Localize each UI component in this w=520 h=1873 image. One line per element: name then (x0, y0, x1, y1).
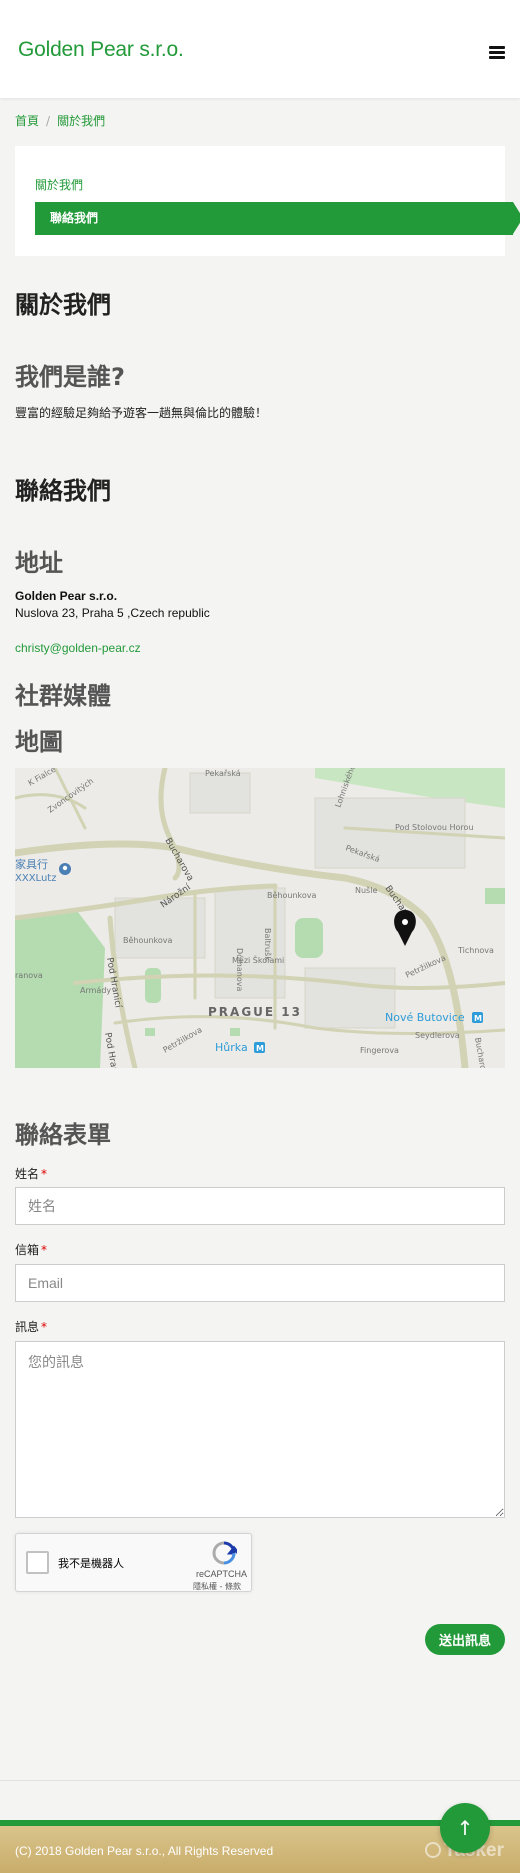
svg-text:Dómanova: Dómanova (235, 948, 245, 991)
message-label: 訊息 * (15, 1320, 48, 1334)
email-input[interactable] (15, 1264, 505, 1302)
district-label: PRAGUE 13 (208, 1005, 302, 1019)
email-label: 信箱 * (15, 1243, 48, 1257)
breadcrumb-separator: / (46, 114, 51, 128)
map-embed[interactable]: K Fialce Zvoncovitých Pekařská Pekařská … (15, 768, 505, 1068)
svg-text:Běhounkova: Běhounkova (267, 891, 316, 900)
recaptcha-icon (212, 1541, 237, 1565)
park-area (485, 888, 505, 904)
poi-store-label: 家具行 (15, 857, 48, 871)
poi-store-sublabel: XXXLutz (15, 873, 56, 884)
breadcrumb-current[interactable]: 關於我們 (57, 114, 105, 128)
site-header: Golden Pear s.r.o. (0, 0, 520, 98)
who-text: 豐富的經驗足夠給予遊客一趟無與倫比的體驗！ (15, 406, 268, 420)
required-mark: * (41, 1243, 48, 1257)
subnav-about-link[interactable]: 關於我們 (35, 176, 83, 193)
metro-label-1: Nové Butovice (385, 1011, 465, 1024)
park-area (145, 1028, 155, 1036)
required-mark: * (41, 1167, 48, 1181)
section-subnav: 關於我們 聯絡我們 (15, 146, 520, 256)
svg-text:Seydlerova: Seydlerova (415, 1031, 460, 1040)
required-mark: * (41, 1320, 48, 1334)
svg-text:Fingerova: Fingerova (360, 1046, 399, 1055)
about-heading: 關於我們 (15, 291, 111, 319)
submit-button[interactable]: 送出訊息 (425, 1624, 505, 1655)
svg-text:Mezi Školami: Mezi Školami (232, 954, 284, 965)
map-heading: 地圖 (15, 728, 63, 756)
recaptcha-brand: reCAPTCHA (195, 1569, 247, 1579)
name-input[interactable] (15, 1187, 505, 1225)
recaptcha-checkbox[interactable] (26, 1551, 49, 1574)
park-area (295, 918, 323, 958)
svg-text:Pod Stolovou Horou: Pod Stolovou Horou (395, 823, 474, 832)
copyright-text: (C) 2018 Golden Pear s.r.o., All Rights … (15, 1844, 274, 1858)
park-area (230, 1028, 240, 1036)
svg-text:Pekařská: Pekařská (205, 769, 241, 778)
name-label: 姓名 * (15, 1167, 48, 1181)
svg-text:Nušle: Nušle (355, 885, 377, 895)
svg-text:Tichnova: Tichnova (457, 946, 494, 955)
svg-text:M: M (474, 1014, 482, 1023)
svg-text:ranova: ranova (15, 971, 43, 980)
breadcrumb: 首頁 / 關於我們 (15, 112, 105, 129)
svg-text:M: M (256, 1044, 264, 1053)
address-line: Nuslova 23, Praha 5 ,Czech republic (15, 606, 210, 620)
form-heading: 聯絡表單 (15, 1121, 111, 1149)
recaptcha-widget: 我不是機器人 reCAPTCHA 隱私權 - 條款 (15, 1533, 252, 1592)
social-heading: 社群媒體 (15, 682, 111, 710)
hamburger-icon[interactable] (489, 46, 505, 59)
park-area (145, 968, 161, 1003)
email-link[interactable]: christy@golden-pear.cz (15, 641, 141, 655)
company-name: Golden Pear s.r.o. (15, 589, 118, 603)
svg-text:Armády: Armády (80, 986, 111, 995)
svg-text:Běhounkova: Běhounkova (123, 936, 172, 945)
recaptcha-label: 我不是機器人 (58, 1557, 124, 1570)
who-heading: 我們是誰? (15, 363, 125, 391)
watermark-ring-icon (425, 1842, 442, 1858)
metro-label-2: Hůrka (215, 1041, 248, 1054)
map-graphic: K Fialce Zvoncovitých Pekařská Pekařská … (15, 768, 505, 1068)
brand-logo-link[interactable]: Golden Pear s.r.o. (18, 38, 184, 62)
recaptcha-terms[interactable]: 隱私權 - 條款 (193, 1581, 241, 1592)
footer-divider (0, 1780, 520, 1781)
message-textarea[interactable] (15, 1341, 505, 1518)
address-heading: 地址 (15, 549, 63, 577)
arrow-up-icon[interactable]: ↑ (440, 1803, 490, 1853)
contact-heading: 聯絡我們 (15, 477, 111, 505)
subnav-contact-active[interactable]: 聯絡我們 (35, 202, 520, 235)
breadcrumb-home-link[interactable]: 首頁 (15, 114, 39, 128)
